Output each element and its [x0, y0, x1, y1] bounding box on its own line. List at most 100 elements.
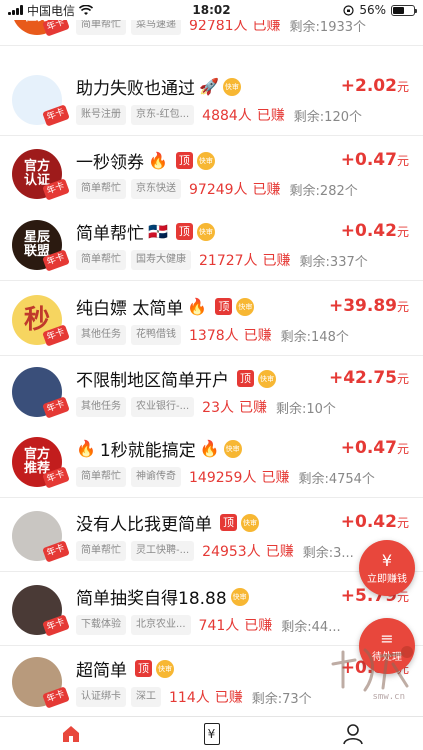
task-title: 一秒领券 — [76, 153, 144, 173]
reward-amount: +0.42元 — [341, 512, 409, 532]
remaining-count: 剩余:73个 — [251, 691, 312, 707]
pinned-top-tag: 顶 — [220, 514, 237, 531]
remaining-count: 剩余:148个 — [280, 329, 349, 345]
earned-count: 21727人 — [199, 253, 258, 269]
fast-review-icon: 快审 — [223, 439, 242, 458]
earned-count: 24953人 — [202, 544, 261, 560]
tab-home[interactable] — [0, 717, 141, 750]
title-emoji-icon: 🔥 — [148, 151, 168, 170]
task-tag: 其他任务 — [76, 397, 126, 417]
task-tag: 深工 — [131, 687, 161, 707]
task-tag: 农业银行-... — [131, 397, 195, 417]
task-tag: 北京农业... — [131, 615, 191, 635]
remaining-count: 剩余:282个 — [289, 183, 358, 199]
earned-suffix: 已赚 — [243, 328, 272, 344]
earn-now-button[interactable]: ¥ 立即赚钱 — [359, 540, 415, 596]
carrier-label: 中国电信 — [27, 3, 76, 18]
title-emoji-icon: 🔥 — [187, 297, 208, 316]
reward-amount: +2.02元 — [341, 76, 409, 96]
fast-review-icon: 快审 — [258, 369, 276, 388]
fast-review-icon: 快审 — [196, 151, 215, 170]
earned-suffix: 已赚 — [265, 544, 294, 560]
remaining-count: 剩余:10个 — [275, 401, 336, 417]
bottom-tabbar: ¥ — [0, 716, 423, 750]
task-tag: 京东-红包... — [131, 105, 195, 125]
tab-earnings[interactable]: ¥ — [141, 717, 282, 750]
earn-now-label: 立即赚钱 — [367, 573, 407, 585]
reward-amount: +0.42元 — [341, 221, 409, 241]
task-title: 助力失败也通过 — [76, 79, 195, 99]
task-row[interactable]: 星辰 联盟 年卡 简单帮忙 🇩🇴 顶快审 简单帮忙 国寿大健康 21727人 已赚 剩余:337个… — [0, 209, 423, 281]
reward-value: +0.42 — [340, 221, 397, 241]
list-icon: ≡ — [380, 628, 394, 648]
remaining-count: 剩余:4754个 — [298, 471, 375, 487]
earned-suffix: 已赚 — [238, 400, 267, 416]
earned-suffix: 已赚 — [252, 182, 281, 198]
task-tag: 其他任务 — [76, 325, 126, 345]
pinned-top-tag: 顶 — [135, 660, 152, 677]
earned-count: 23人 — [202, 400, 234, 416]
earned-count: 4884人 — [202, 108, 252, 124]
pending-label: 待处理 — [372, 651, 402, 663]
reward-amount: +42.75元 — [329, 368, 409, 388]
task-row[interactable]: 官方 认证 年卡 一秒领券 🔥 顶快审 简单帮忙 京东快送 97249人 已赚 剩余:282个 +0… — [0, 138, 423, 210]
task-title: 没有人比我更简单 — [76, 515, 212, 535]
wifi-icon — [79, 4, 94, 15]
home-icon — [62, 725, 79, 742]
task-tag: 京东快送 — [131, 179, 181, 199]
title-emoji-icon: 🇩🇴 — [148, 222, 168, 241]
status-bar: 中国电信 18:02 56% — [0, 0, 423, 20]
title-emoji-icon: 🔥 — [199, 439, 220, 458]
task-row[interactable]: 年卡 助力失败也通过 🚀 快审 账号注册 京东-红包... 4884人 已赚 剩余:120个 +2… — [0, 64, 423, 136]
fast-review-icon: 快审 — [196, 222, 215, 241]
earned-count: 114人 — [169, 690, 210, 706]
task-tag: 神谕传奇 — [131, 467, 181, 487]
task-row[interactable]: 官方 推荐 年卡 🔥 1秒就能搞定 🔥 快审 简单帮忙 神谕传奇 149259人 已赚 剩余:475… — [0, 426, 423, 498]
task-row[interactable]: 年卡 简单抽奖自得18.88 快审 下载体验 北京农业... 741人 已赚 剩余:44...… — [0, 574, 423, 646]
remaining-count: 剩余:120个 — [293, 109, 362, 125]
task-tag: 下载体验 — [76, 615, 126, 635]
remaining-count: 剩余:3... — [302, 545, 354, 561]
remaining-count: 剩余:337个 — [299, 254, 368, 270]
earned-suffix: 已赚 — [256, 108, 285, 124]
reward-unit: 元 — [396, 225, 409, 239]
earned-count: 97249人 — [189, 182, 248, 198]
task-row[interactable]: 年卡 不限制地区简单开户顶快审 其他任务 农业银行-... 23人 已赚 剩余:10个 +42… — [0, 356, 423, 428]
task-title: 1秒就能搞定 — [99, 441, 196, 461]
task-tag: 简单帮忙 — [76, 179, 126, 199]
task-tag: 账号注册 — [76, 105, 126, 125]
pinned-top-tag: 顶 — [175, 223, 193, 240]
avatar-text: 秒 — [23, 305, 50, 335]
task-tag: 认证绑卡 — [76, 687, 126, 707]
task-tag: 简单帮忙 — [76, 250, 126, 270]
money-icon: ¥ — [381, 550, 393, 570]
reward-unit: 元 — [396, 154, 409, 168]
reward-value: +0.42 — [340, 512, 397, 532]
reward-value: +0.47 — [340, 438, 397, 458]
earned-suffix: 已赚 — [214, 690, 243, 706]
task-title: 简单帮忙 — [76, 224, 144, 244]
task-row[interactable]: 年卡超简单顶快审认证绑卡深工114人已赚剩余:73个+0.83元 — [0, 646, 423, 718]
earned-suffix: 已赚 — [261, 470, 290, 486]
pinned-top-tag: 顶 — [175, 152, 193, 169]
fast-review-icon: 快审 — [156, 659, 174, 678]
pinned-top-tag: 顶 — [237, 370, 254, 387]
signal-icon — [8, 5, 23, 15]
reward-unit: 元 — [396, 372, 409, 386]
reward-value: +42.75 — [328, 368, 397, 388]
task-row[interactable]: 秒年卡 纯白嫖 太简单 🔥 顶快审 其他任务 花鸭借钱 1378人 已赚 剩余:148个 +39.… — [0, 284, 423, 356]
earned-suffix: 已赚 — [244, 618, 273, 634]
pending-button[interactable]: ≡ 待处理 — [359, 618, 415, 674]
remaining-count: 剩余:44... — [281, 619, 341, 635]
fast-review-icon: 快审 — [236, 297, 255, 316]
reward-value: +0.47 — [340, 150, 397, 170]
task-tag: 简单帮忙 — [76, 541, 126, 561]
fast-review-icon: 快审 — [222, 77, 241, 96]
tab-profile[interactable] — [282, 717, 423, 750]
fast-review-icon: 快审 — [230, 587, 249, 606]
reward-value: +2.02 — [340, 76, 397, 96]
earned-suffix: 已赚 — [262, 253, 291, 269]
reward-amount: +0.47元 — [341, 438, 409, 458]
reward-amount: +39.89元 — [329, 296, 409, 316]
orientation-lock-icon — [343, 4, 354, 16]
